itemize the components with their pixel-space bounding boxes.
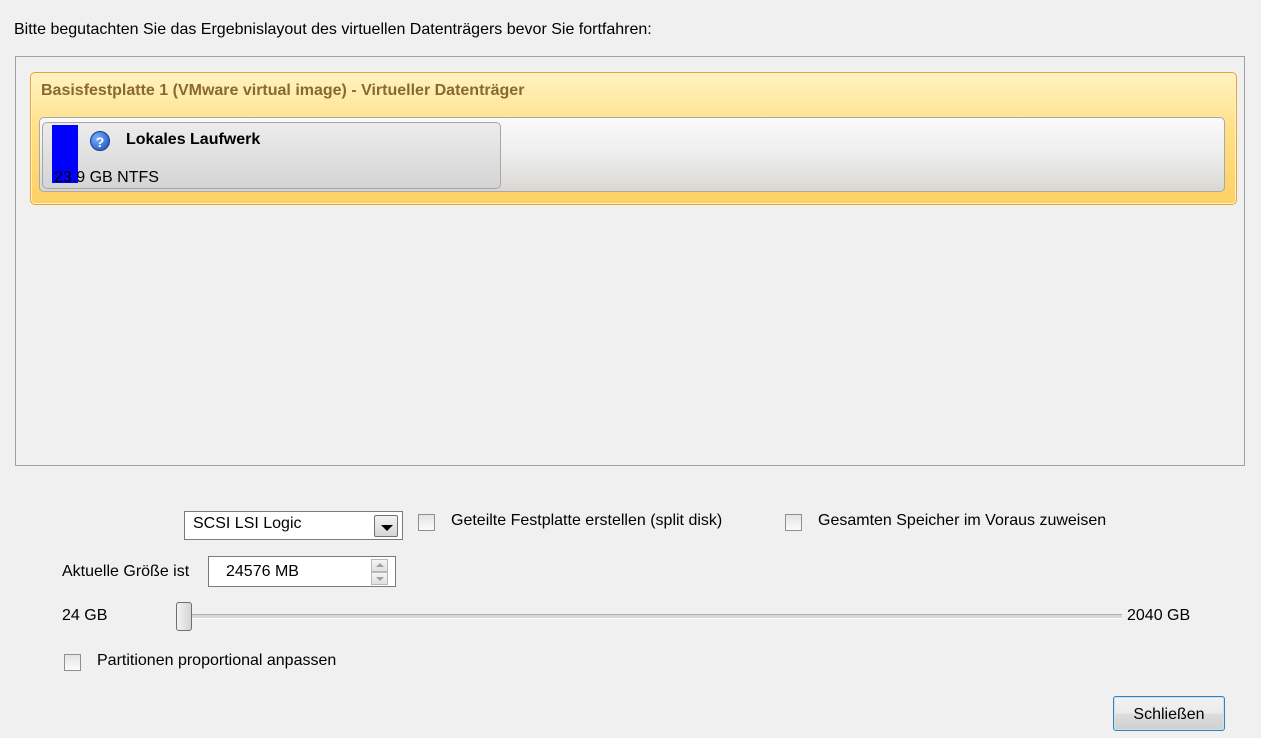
spin-down-icon[interactable] [371,572,388,585]
preallocate-checkbox[interactable] [785,514,802,531]
size-label: Aktuelle Größe ist [62,563,190,580]
help-icon: ? [90,131,110,151]
preallocate-label: Gesamten Speicher im Voraus zuweisen [818,512,1107,529]
size-slider-thumb[interactable] [176,602,192,631]
disk-title: Basisfestplatte 1 (VMware virtual image)… [41,82,525,99]
split-disk-checkbox[interactable] [418,514,435,531]
spin-up-icon[interactable] [371,559,388,572]
partition-name: Lokales Laufwerk [126,131,261,148]
size-slider-track[interactable] [183,614,1122,619]
chevron-down-icon[interactable] [374,515,398,537]
split-disk-label: Geteilte Festplatte erstellen (split dis… [451,512,723,529]
slider-min-label: 24 GB [62,607,108,624]
slider-max-label: 2040 GB [1127,607,1191,624]
size-value: 24576 MB [226,563,299,580]
instruction-text: Bitte begutachten Sie das Ergebnislayout… [14,21,652,38]
controller-type-value: SCSI LSI Logic [193,515,302,532]
proportional-checkbox[interactable] [64,654,81,671]
partition-size: 23.9 GB NTFS [54,169,159,186]
close-button[interactable]: Schließen [1113,696,1225,731]
proportional-label: Partitionen proportional anpassen [97,652,337,669]
